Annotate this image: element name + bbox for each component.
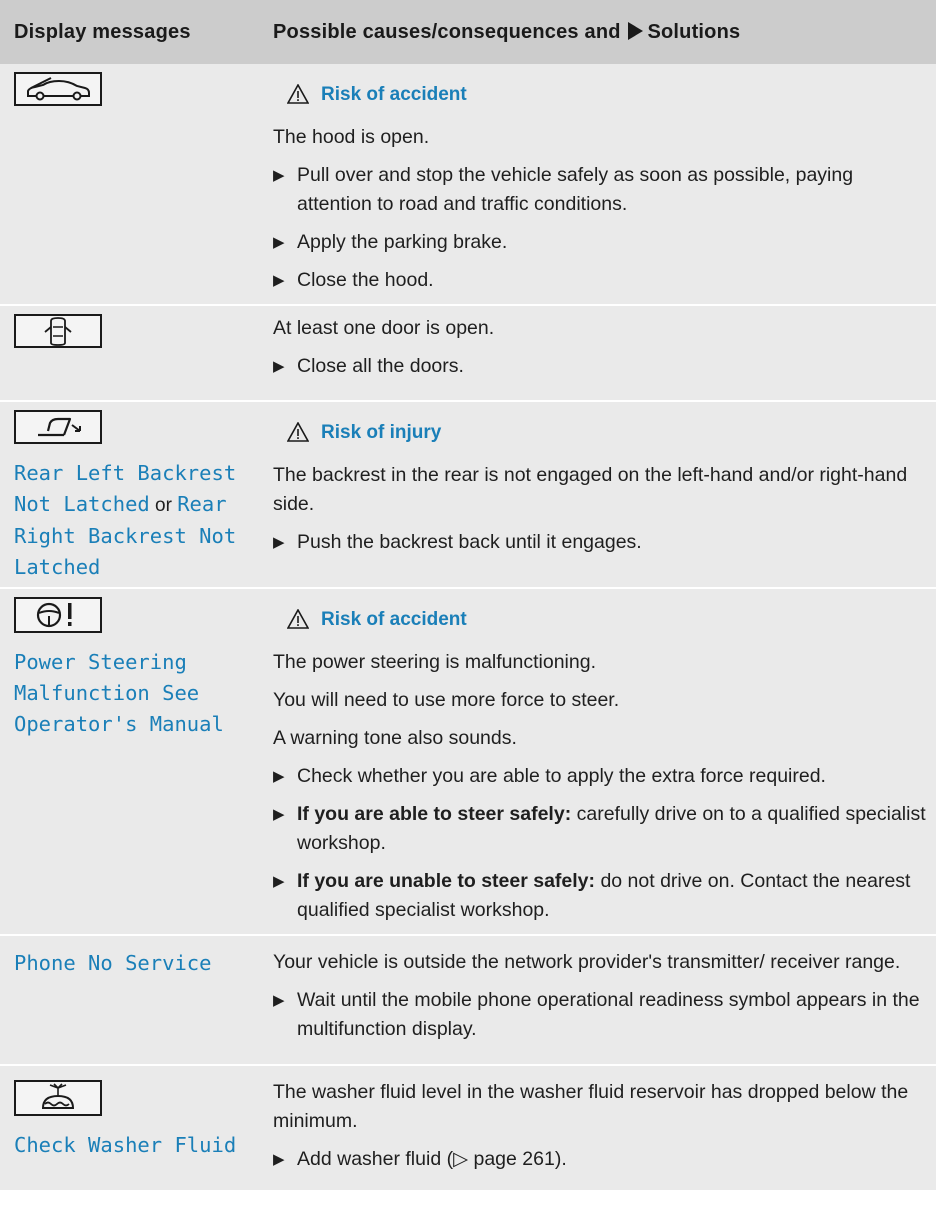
header-solutions-label: Solutions — [647, 20, 741, 43]
message-power-steering: Power Steering Malfunction See Operator'… — [14, 650, 224, 736]
table-row: Phone No Service Your vehicle is outside… — [0, 935, 936, 1065]
display-message-cell: Rear Left Backrest Not Latched or Rear R… — [0, 401, 261, 588]
display-message-text: Rear Left Backrest Not Latched or Rear R… — [14, 458, 261, 583]
warning-triangle-icon — [287, 609, 309, 629]
display-message-cell: Check Washer Fluid — [0, 1065, 261, 1191]
table-row: Power Steering Malfunction See Operator'… — [0, 588, 936, 935]
display-message-cell: Power Steering Malfunction See Operator'… — [0, 588, 261, 935]
step-bullet-icon: ▶ — [273, 358, 285, 375]
table-row: At least one door is open. ▶ Close all th… — [0, 305, 936, 401]
step-bullet-icon: ▶ — [273, 768, 285, 785]
header-causes-solutions: Possible causes/consequences and Solutio… — [261, 0, 936, 64]
cause-text: A warning tone also sounds. — [273, 727, 517, 749]
cause-text: Your vehicle is outside the network prov… — [273, 951, 901, 973]
warning-label: Risk of accident — [321, 608, 467, 630]
step-bullet-icon: ▶ — [273, 167, 285, 184]
table-row: Rear Left Backrest Not Latched or Rear R… — [0, 401, 936, 588]
causes-solutions-cell: The washer fluid level in the washer flu… — [261, 1065, 936, 1191]
display-messages-table: Display messages Possible causes/consequ… — [0, 0, 936, 1192]
solution-step: ▶ Close all the doors. — [273, 352, 932, 381]
step-bullet-icon: ▶ — [273, 992, 285, 1009]
header-display-messages: Display messages — [0, 0, 261, 64]
cause-text: The hood is open. — [273, 126, 430, 148]
warning-label: Risk of accident — [321, 83, 467, 105]
solution-step: ▶ Wait until the mobile phone operational… — [273, 986, 932, 1044]
solution-step: ▶ If you are able to steer safely: carefu… — [273, 800, 932, 858]
warning-risk-of-accident: Risk of accident — [287, 79, 932, 109]
hood-open-icon — [14, 72, 102, 106]
step-bullet-icon: ▶ — [273, 534, 285, 551]
warning-risk-of-injury: Risk of injury — [287, 417, 932, 447]
table-header-row: Display messages Possible causes/consequ… — [0, 0, 936, 64]
solution-step: ▶ Apply the parking brake. — [273, 228, 932, 257]
display-message-cell: Phone No Service — [0, 935, 261, 1065]
message-rear-left: Rear Left Backrest Not Latched or Rear R… — [14, 458, 254, 583]
header-causes-label: Possible causes/consequences and — [273, 20, 621, 43]
warning-risk-of-accident: Risk of accident — [287, 604, 932, 634]
cause-text: At least one door is open. — [273, 317, 495, 339]
step-bullet-icon: ▶ — [273, 873, 285, 890]
solution-step: ▶ Close the hood. — [273, 266, 932, 295]
warning-label: Risk of injury — [321, 421, 442, 443]
solution-step: ▶ Pull over and stop the vehicle safely a… — [273, 161, 932, 219]
table-row: Risk of accident The hood is open. ▶ Pull… — [0, 64, 936, 305]
message-check-washer-fluid: Check Washer Fluid — [14, 1133, 237, 1157]
causes-solutions-cell: Risk of accident The power steering is m… — [261, 588, 936, 935]
causes-solutions-cell: At least one door is open. ▶ Close all th… — [261, 305, 936, 401]
table-row: Check Washer Fluid The washer fluid leve… — [0, 1065, 936, 1191]
step-bullet-icon: ▶ — [273, 806, 285, 823]
message-connector: or — [149, 495, 178, 516]
causes-solutions-cell: Risk of accident The hood is open. ▶ Pull… — [261, 64, 936, 305]
display-message-cell — [0, 305, 261, 401]
step-bullet-icon: ▶ — [273, 1151, 285, 1168]
backrest-icon — [14, 410, 102, 444]
solution-step: ▶ Push the backrest back until it engages… — [273, 528, 932, 557]
cause-text: You will need to use more force to steer… — [273, 689, 620, 711]
causes-solutions-cell: Risk of injury The backrest in the rear … — [261, 401, 936, 588]
steering-warning-icon — [14, 597, 102, 633]
washer-fluid-icon — [14, 1080, 102, 1116]
cause-text: The power steering is malfunctioning. — [273, 651, 596, 673]
warning-triangle-icon — [287, 84, 309, 104]
door-open-icon — [14, 314, 102, 348]
cause-text: The washer fluid level in the washer flu… — [273, 1081, 909, 1132]
step-bullet-icon: ▶ — [273, 272, 285, 289]
solution-step: ▶ Add washer fluid (▷ page 261). — [273, 1145, 932, 1174]
causes-solutions-cell: Your vehicle is outside the network prov… — [261, 935, 936, 1065]
step-bullet-icon: ▶ — [273, 234, 285, 251]
message-phone-no-service: Phone No Service — [14, 951, 212, 975]
solution-step: ▶ Check whether you are able to apply the… — [273, 762, 932, 791]
display-message-cell — [0, 64, 261, 305]
warning-triangle-icon — [287, 422, 309, 442]
solution-step: ▶ If you are unable to steer safely: do n… — [273, 867, 932, 925]
cause-text: The backrest in the rear is not engaged … — [273, 464, 908, 515]
arrow-right-icon — [628, 21, 644, 40]
